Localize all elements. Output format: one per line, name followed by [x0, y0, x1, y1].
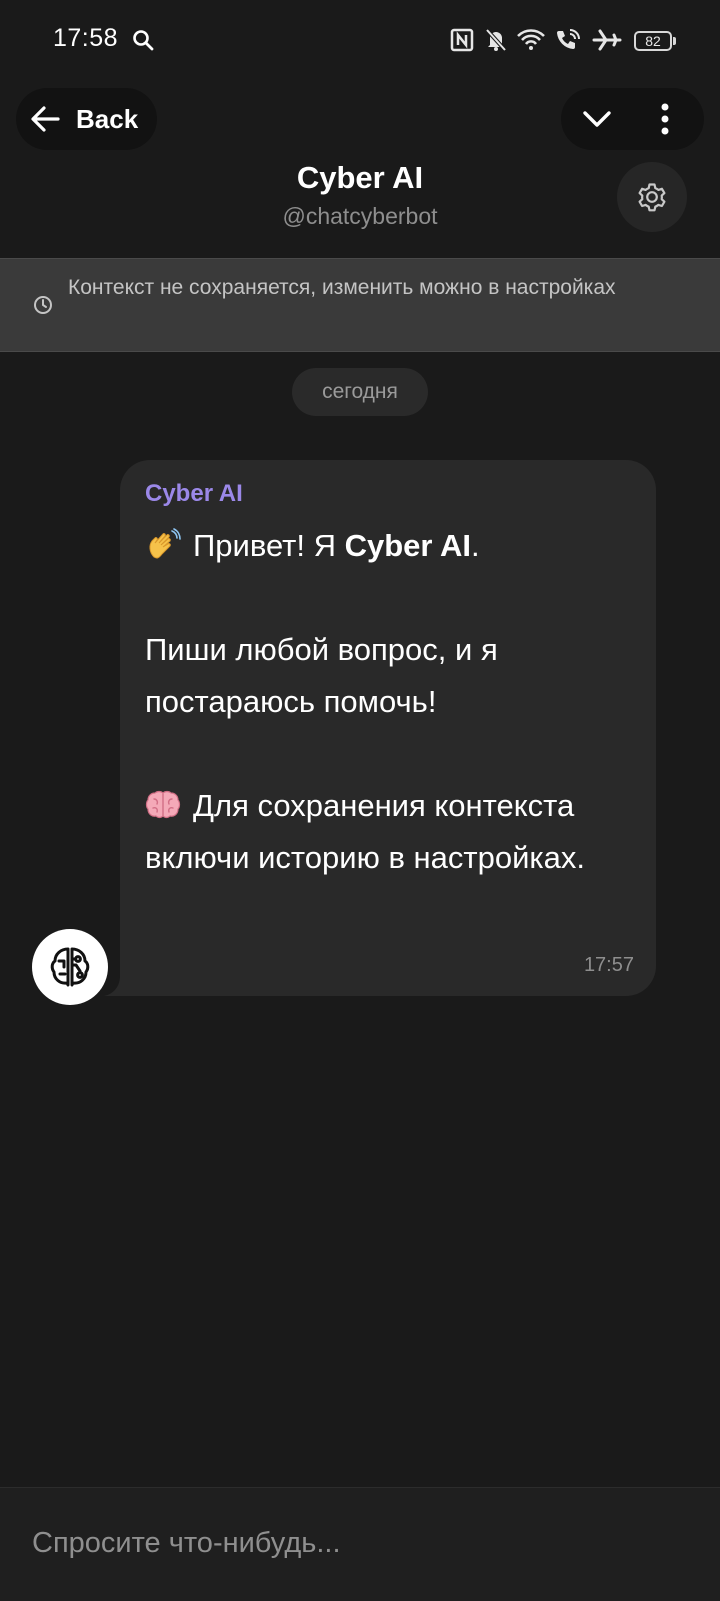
message-input[interactable]: [30, 1516, 674, 1570]
waving-hand-emoji: [149, 528, 181, 559]
chat-title[interactable]: Cyber AI: [0, 160, 720, 196]
more-vertical-icon[interactable]: [645, 98, 685, 140]
gear-icon: [638, 183, 666, 212]
header-actions: [561, 88, 704, 150]
bell-off-icon: [485, 28, 507, 52]
clock-icon: [34, 296, 52, 314]
greeting-end: .: [470, 528, 480, 563]
back-label: Back: [76, 104, 139, 134]
context-banner[interactable]: Контекст не сохраняется, изменить можно …: [0, 258, 720, 352]
back-arrow-icon: [31, 106, 60, 132]
nfc-icon: [450, 28, 474, 52]
back-button[interactable]: Back: [16, 88, 157, 150]
chevron-down-icon[interactable]: [575, 98, 619, 140]
message-time: 17:57: [583, 954, 634, 976]
brain-emoji: [145, 790, 181, 819]
chat-username: @chatcyberbot: [282, 203, 438, 229]
brain-circuit-icon: [50, 947, 90, 987]
message-sender: Cyber AI: [145, 480, 243, 507]
wifi-call-icon: [557, 29, 580, 49]
bot-avatar[interactable]: [32, 929, 108, 1005]
message-line-question: Пиши любой вопрос, и я постараюсь помочь…: [145, 632, 498, 719]
message-text: Привет! Я Cyber AI. Пиши любой вопрос, и…: [145, 520, 645, 884]
message-line-context: Для сохранения контекста включи историю …: [145, 788, 585, 875]
airplane-icon: [592, 29, 622, 51]
greeting-text: Привет! Я: [193, 528, 345, 563]
message-bubble[interactable]: Cyber AI Привет! Я Cyber AI. Пиши любой …: [120, 460, 656, 996]
date-separator: сегодня: [292, 368, 428, 416]
banner-text: Контекст не сохраняется, изменить можно …: [68, 276, 616, 299]
battery-icon: 82: [634, 31, 672, 51]
search-icon: [133, 30, 154, 51]
status-time: 17:58: [53, 24, 119, 52]
status-bar: 17:58 82: [0, 0, 720, 80]
greeting-bold: Cyber AI: [344, 528, 471, 563]
battery-tip: [673, 37, 676, 45]
settings-button[interactable]: [617, 162, 687, 232]
message-input-bar: [0, 1487, 720, 1601]
wifi-icon: [517, 29, 545, 50]
